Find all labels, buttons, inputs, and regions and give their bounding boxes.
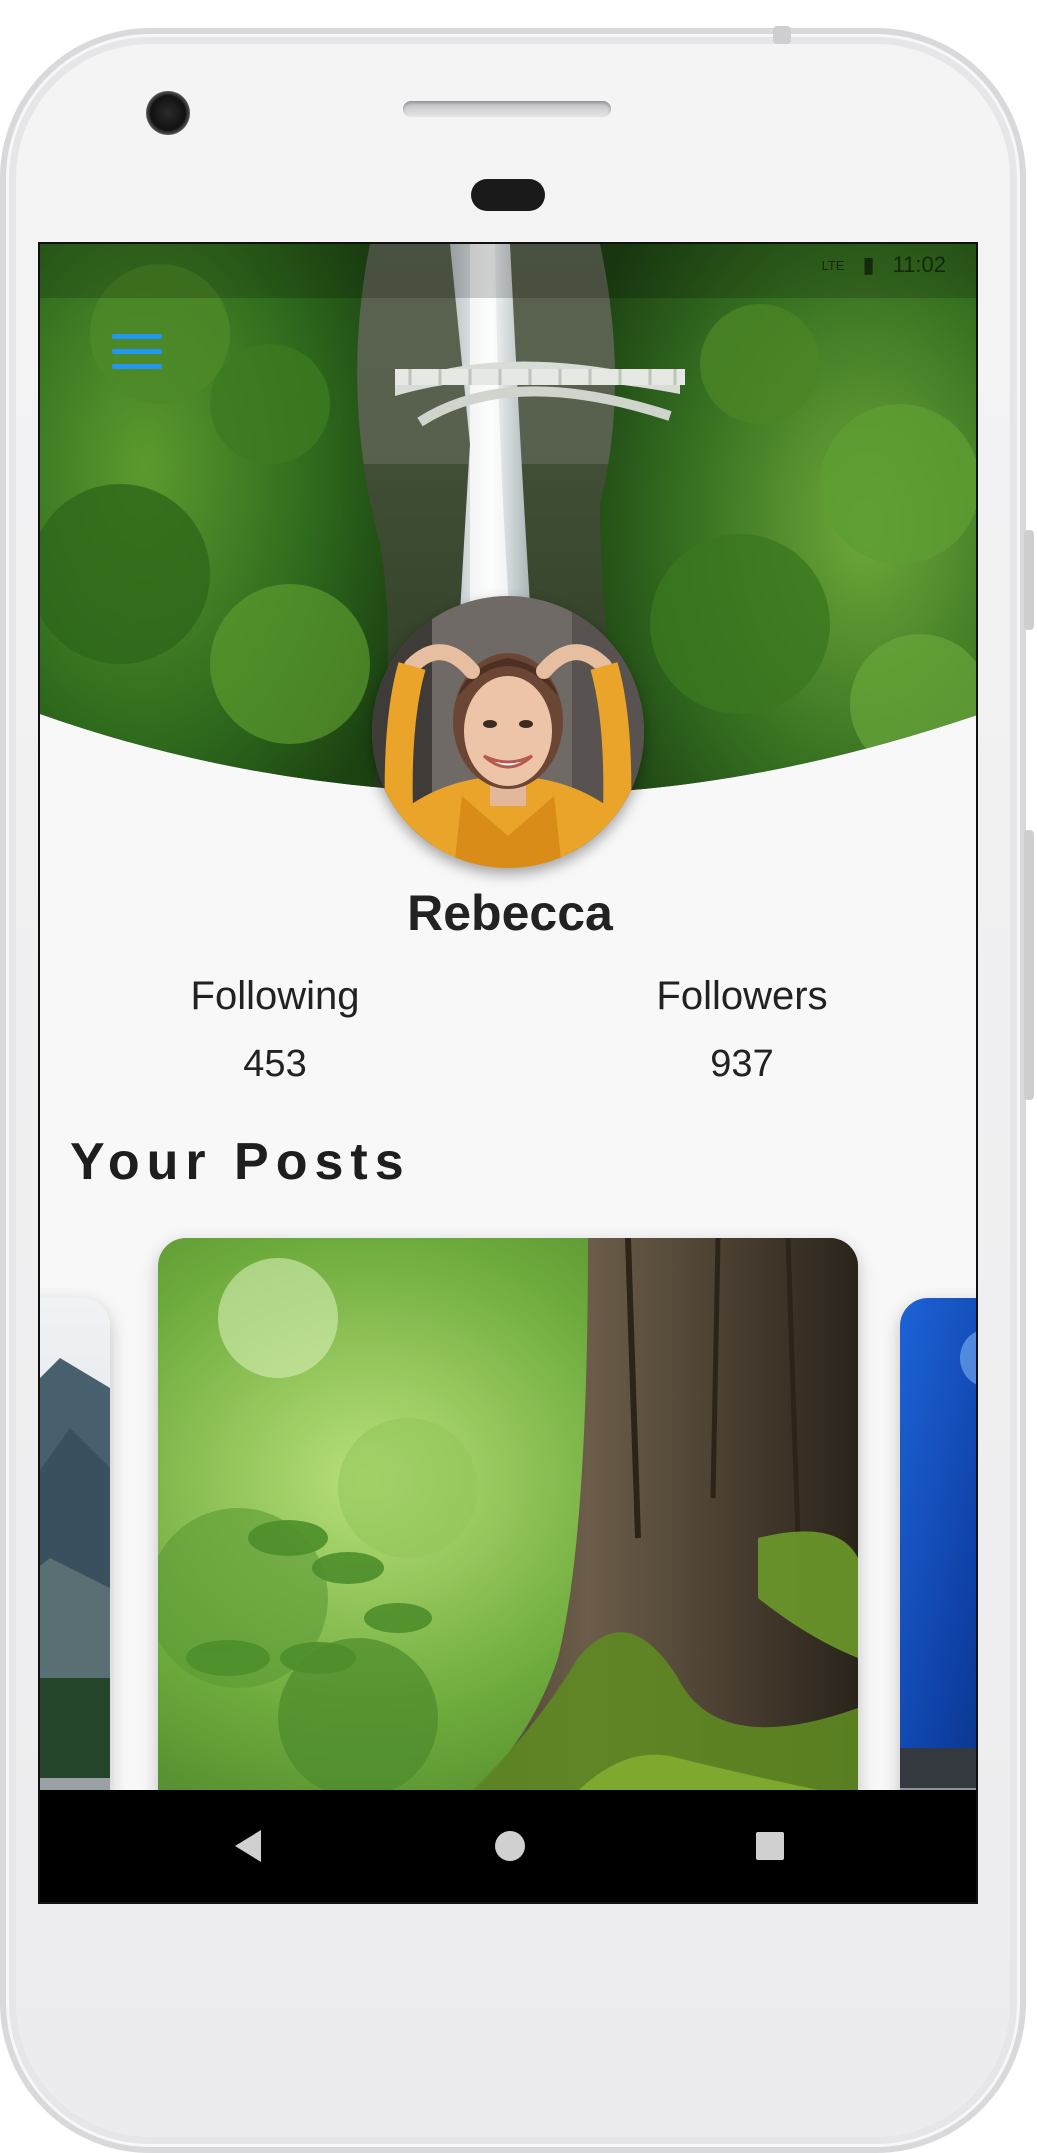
post-card-tree[interactable] (158, 1238, 858, 1838)
following-label: Following (190, 974, 360, 1018)
post-card-mountain[interactable] (40, 1298, 110, 1828)
battery-icon: ▮ (862, 252, 875, 277)
following-count: 453 (243, 1043, 307, 1085)
front-camera (146, 91, 190, 135)
system-navigation-bar (40, 1790, 976, 1902)
proximity-sensor (471, 179, 545, 211)
earpiece-speaker (403, 101, 611, 117)
hamburger-menu-icon[interactable] (112, 334, 162, 370)
post-image-mountain (40, 1298, 110, 1828)
app-screen: LTE ▮ 11:02 Rebecca Following 453 Follow… (38, 242, 978, 1904)
volume-button (1024, 830, 1034, 1100)
post-image-blue (900, 1298, 976, 1828)
profile-name: Rebecca (407, 885, 613, 941)
followers-label: Followers (656, 974, 828, 1018)
status-time: 11:02 (892, 252, 946, 277)
status-bar: LTE ▮ 11:02 (822, 252, 946, 278)
home-circle-icon[interactable] (484, 1820, 536, 1872)
avatar-photo (372, 596, 644, 868)
post-image-tree (158, 1238, 858, 1838)
recents-square-icon[interactable] (744, 1820, 796, 1872)
top-edge-detail (773, 26, 791, 44)
following-stat[interactable]: Following 453 (125, 974, 425, 1086)
network-indicator: LTE (821, 257, 845, 273)
profile-avatar[interactable] (372, 596, 644, 868)
followers-stat[interactable]: Followers 937 (592, 974, 892, 1086)
back-triangle-icon[interactable] (223, 1820, 275, 1872)
followers-count: 937 (710, 1043, 774, 1085)
post-card-blue[interactable] (900, 1298, 976, 1828)
your-posts-heading: Your Posts (70, 1133, 411, 1191)
power-button (1024, 530, 1034, 630)
